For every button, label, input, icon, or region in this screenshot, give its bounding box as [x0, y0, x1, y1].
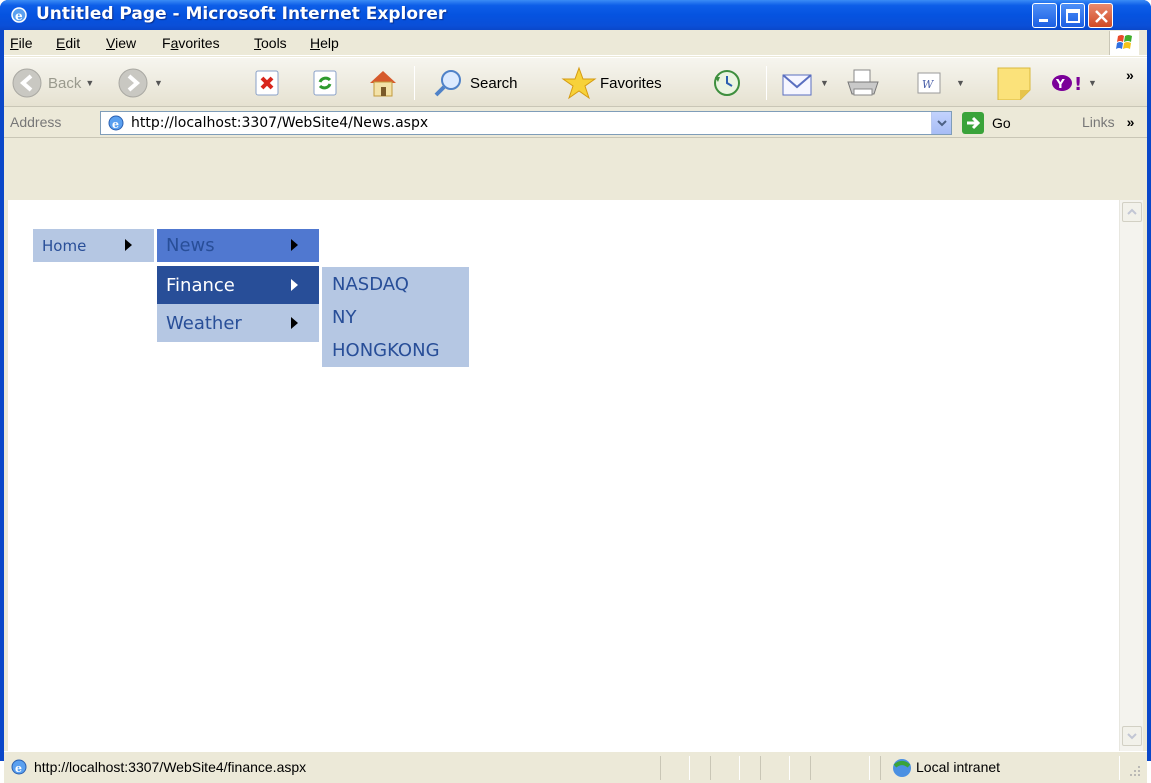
address-url: http://localhost:3307/WebSite4/News.aspx	[131, 115, 429, 131]
scroll-up-button[interactable]	[1122, 202, 1142, 222]
home-icon	[370, 71, 396, 97]
vertical-scrollbar[interactable]	[1119, 200, 1143, 751]
go-button[interactable]: Go	[962, 111, 1011, 135]
status-pane	[760, 756, 790, 780]
forward-arrow-icon	[118, 68, 148, 98]
go-arrow-icon	[962, 112, 984, 134]
links-button[interactable]: Links »	[1082, 114, 1134, 130]
submenu-arrow-icon	[291, 239, 298, 251]
address-field[interactable]: e http://localhost:3307/WebSite4/News.as…	[100, 111, 952, 135]
standard-toolbar: Back ▼ ▼ Search Favorites ▼ W ▼ Y ! ▼ »	[4, 57, 1147, 107]
scroll-up-icon	[1127, 208, 1137, 215]
menu-item-weather[interactable]: Weather	[157, 304, 319, 342]
ie-page-icon: e	[108, 115, 124, 131]
scroll-down-icon	[1127, 733, 1137, 740]
print-button[interactable]	[844, 66, 882, 100]
favorites-button[interactable]: Favorites	[560, 66, 662, 100]
status-bar: e http://localhost:3307/WebSite4/finance…	[4, 751, 1147, 783]
submenu-arrow-icon	[291, 279, 298, 291]
submenu-arrow-icon	[291, 317, 298, 329]
forward-button[interactable]: ▼	[116, 66, 163, 100]
client-area: File Edit View Favorites Tools Help Back…	[4, 30, 1147, 783]
minimize-button[interactable]	[1032, 3, 1057, 28]
browser-window: e Untitled Page - Microsoft Internet Exp…	[0, 0, 1151, 783]
sticky-note-icon	[997, 67, 1031, 100]
svg-text:e: e	[112, 118, 119, 131]
menu-favorites[interactable]: Favorites	[162, 35, 220, 51]
menu-item-finance[interactable]: Finance	[157, 266, 319, 304]
svg-text:Y: Y	[1055, 77, 1065, 91]
status-url: http://localhost:3307/WebSite4/finance.a…	[34, 759, 307, 775]
menu-item-ny[interactable]: NY	[332, 307, 356, 328]
stop-icon	[255, 70, 279, 96]
toolbar-overflow[interactable]: »	[1126, 58, 1134, 92]
search-icon	[434, 70, 461, 97]
status-pane	[710, 756, 740, 780]
yahoo-icon: Y !	[1052, 74, 1082, 95]
svg-text:e: e	[15, 9, 23, 23]
menu-edit[interactable]: Edit	[56, 35, 80, 51]
scroll-down-button[interactable]	[1122, 726, 1142, 746]
close-icon	[1095, 10, 1108, 23]
chevron-down-icon	[937, 120, 947, 127]
svg-text:!: !	[1074, 74, 1082, 95]
back-arrow-icon	[12, 68, 42, 98]
back-button[interactable]: Back ▼	[10, 66, 94, 100]
stop-button[interactable]	[252, 66, 282, 100]
mail-button[interactable]: ▼	[780, 66, 829, 100]
toolbar-separator	[766, 66, 767, 100]
menu-bar: File Edit View Favorites Tools Help	[4, 30, 1147, 56]
menu-item-hongkong[interactable]: HONGKONG	[332, 340, 440, 361]
notes-button[interactable]	[996, 66, 1034, 100]
mail-icon	[782, 74, 812, 96]
history-button[interactable]	[710, 66, 742, 100]
windows-flag-icon	[1116, 35, 1132, 49]
intranet-icon	[893, 759, 911, 777]
windows-logo	[1109, 31, 1139, 55]
menu-item-home[interactable]: Home	[33, 229, 154, 262]
svg-text:W: W	[922, 78, 935, 91]
yahoo-button[interactable]: Y ! ▼	[1050, 66, 1097, 100]
menu-view[interactable]: View	[106, 35, 136, 51]
star-icon	[561, 66, 597, 100]
edit-button[interactable]: W ▼	[916, 66, 965, 100]
ie-icon: e	[11, 7, 27, 23]
status-pane	[810, 756, 870, 780]
title-bar[interactable]: e Untitled Page - Microsoft Internet Exp…	[0, 0, 1151, 30]
address-dropdown[interactable]	[931, 112, 951, 134]
maximize-icon	[1066, 9, 1080, 23]
history-icon	[714, 70, 740, 96]
menu-item-news[interactable]: News	[157, 229, 319, 262]
menu-item-nasdaq[interactable]: NASDAQ	[332, 274, 409, 295]
window-title: Untitled Page - Microsoft Internet Explo…	[36, 4, 447, 24]
toolbar-separator	[414, 66, 415, 100]
address-label: Address	[10, 114, 62, 130]
resize-grip-icon[interactable]	[1128, 764, 1142, 778]
menu-file[interactable]: File	[10, 35, 33, 51]
menu-tools[interactable]: Tools	[254, 35, 287, 51]
submenu-arrow-icon	[125, 239, 132, 251]
refresh-button[interactable]	[310, 66, 340, 100]
search-button[interactable]: Search	[432, 66, 518, 100]
word-edit-icon: W	[917, 72, 941, 94]
maximize-button[interactable]	[1060, 3, 1085, 28]
home-button[interactable]	[366, 66, 400, 100]
svg-text:e: e	[15, 762, 22, 775]
close-button[interactable]	[1088, 3, 1113, 28]
status-pane	[660, 756, 690, 780]
security-zone: Local intranet	[916, 759, 1001, 775]
minimize-icon	[1039, 19, 1048, 22]
printer-icon	[847, 69, 879, 96]
address-bar: Address e http://localhost:3307/WebSite4…	[4, 108, 1147, 138]
menu-help[interactable]: Help	[310, 35, 339, 51]
refresh-icon	[313, 70, 337, 96]
